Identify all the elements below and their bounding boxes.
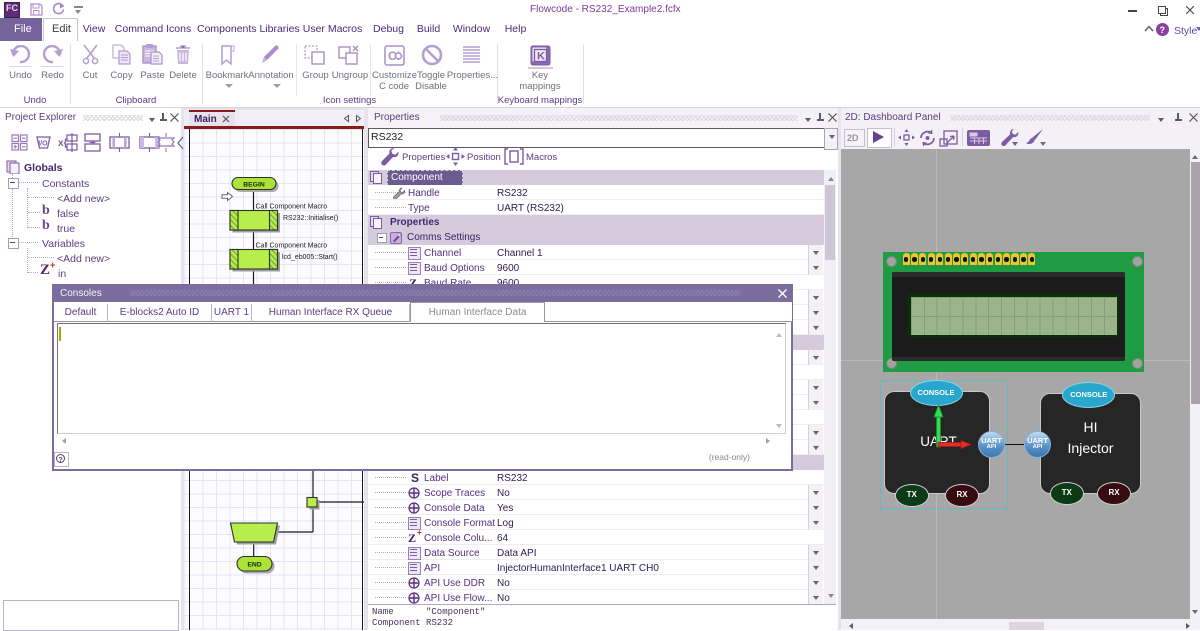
svg-text:lcd_eb005::Start(): lcd_eb005::Start() [282, 254, 338, 261]
svg-text:x{: x{ [58, 138, 68, 149]
svg-text:RS232::Initialise(): RS232::Initialise() [283, 215, 338, 222]
svg-text:K: K [537, 51, 545, 63]
svg-text:I/O: I/O [38, 141, 48, 148]
svg-text:Call Component Macro: Call Component Macro [256, 203, 328, 210]
svg-text:BEGIN: BEGIN [243, 181, 265, 188]
svg-text:Call Component Macro: Call Component Macro [256, 242, 328, 249]
svg-text:END: END [247, 561, 261, 568]
